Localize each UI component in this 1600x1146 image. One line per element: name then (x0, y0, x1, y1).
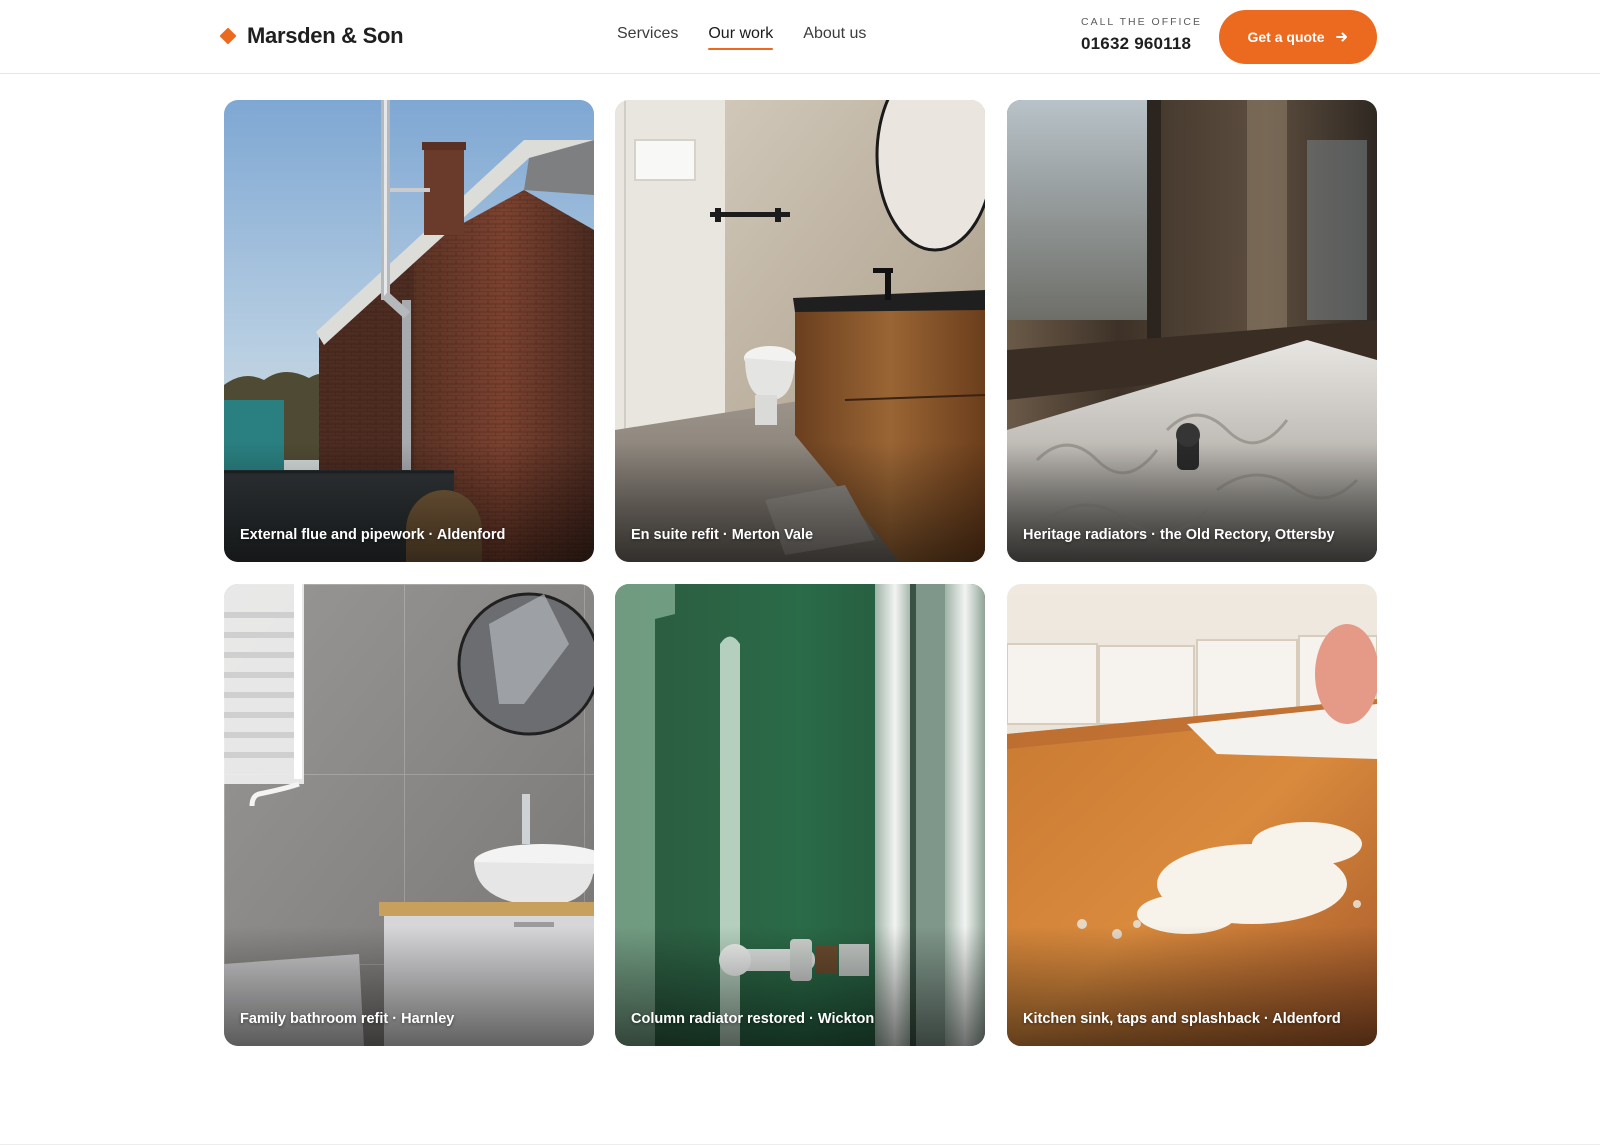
arrow-right-icon (1335, 30, 1349, 44)
gallery-card[interactable]: Column radiator restored · Wickton (615, 584, 985, 1046)
nav-about-us[interactable]: About us (803, 24, 866, 50)
gallery-card[interactable]: Kitchen sink, taps and splashback · Alde… (1007, 584, 1377, 1046)
nav-our-work[interactable]: Our work (708, 24, 773, 50)
card-caption: Family bathroom refit · Harnley (240, 1011, 455, 1027)
card-caption: Column radiator restored · Wickton (631, 1011, 875, 1027)
main-nav: Services Our work About us (617, 24, 866, 50)
office-label: CALL THE OFFICE (1081, 16, 1203, 28)
card-caption: External flue and pipework · Aldenford (240, 527, 506, 543)
office-phone-link[interactable]: 01632 960118 (1081, 34, 1202, 54)
site-header: Marsden & Son Services Our work About us… (0, 0, 1600, 74)
card-caption: En suite refit · Merton Vale (631, 527, 814, 543)
nav-services[interactable]: Services (617, 24, 678, 50)
office-contact: CALL THE OFFICE 01632 960118 (1081, 15, 1202, 54)
diamond-icon (219, 27, 237, 45)
brand-name: Marsden & Son (247, 23, 404, 48)
gallery-card[interactable]: Heritage radiators · the Old Rectory, Ot… (1007, 100, 1377, 562)
brand-logo[interactable]: Marsden & Son (219, 22, 404, 50)
footer-divider (0, 1144, 1600, 1145)
gallery-card[interactable]: Family bathroom refit · Harnley (224, 584, 594, 1046)
get-quote-label: Get a quote (1247, 29, 1325, 45)
card-caption: Kitchen sink, taps and splashback · Alde… (1023, 1011, 1341, 1027)
gallery-card[interactable]: En suite refit · Merton Vale (615, 100, 985, 562)
work-gallery: External flue and pipework · Aldenford E… (0, 0, 1600, 1146)
get-quote-button[interactable]: Get a quote (1219, 10, 1377, 64)
gallery-card[interactable]: External flue and pipework · Aldenford (224, 100, 594, 562)
card-caption: Heritage radiators · the Old Rectory, Ot… (1023, 527, 1335, 543)
